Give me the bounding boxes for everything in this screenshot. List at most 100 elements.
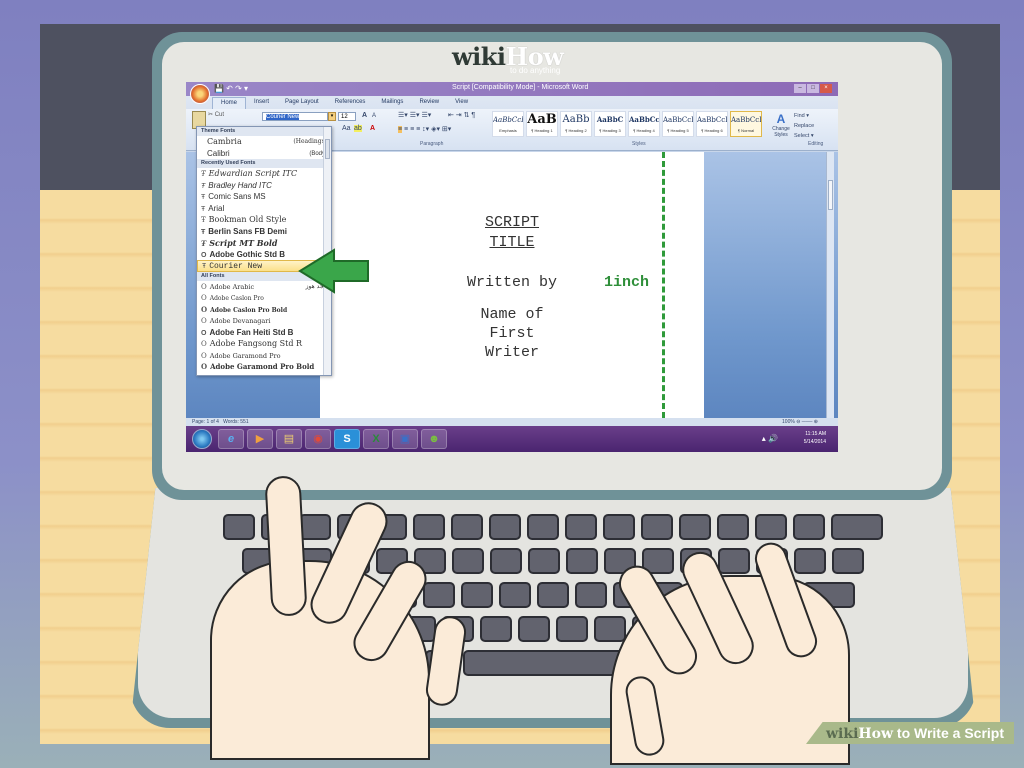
taskbar-messenger[interactable]: ☻	[421, 429, 447, 449]
author-line2: First	[489, 325, 535, 342]
indent-buttons[interactable]: ⇤ ⇥ ⇅ ¶	[448, 111, 475, 119]
paragraph-group-label: Paragraph	[420, 141, 444, 147]
style-heading-4[interactable]: AaBbCc ¶ Heading 4	[628, 111, 660, 137]
quick-access-toolbar[interactable]: 💾 ↶ ↷ ▾	[214, 84, 248, 93]
opentype-icon: O	[201, 329, 207, 337]
start-button[interactable]	[192, 429, 212, 449]
taskbar-excel[interactable]: X	[363, 429, 389, 449]
taskbar-skype[interactable]: S	[334, 429, 360, 449]
truetype-icon: Ŧ	[201, 170, 206, 178]
tab-review[interactable]: Review	[411, 97, 447, 109]
maximize-button[interactable]: □	[807, 84, 819, 93]
select-button[interactable]: Select ▾	[794, 131, 814, 141]
change-case-button[interactable]: Aa	[342, 125, 351, 132]
ribbon-tabs: Home Insert Page Layout References Maili…	[212, 97, 476, 109]
truetype-icon: Ŧ	[201, 228, 206, 236]
taskbar-media-player[interactable]: ▶	[247, 429, 273, 449]
opentype-icon: O	[201, 351, 207, 360]
tab-references[interactable]: References	[327, 97, 374, 109]
style-heading-2[interactable]: AaBb ¶ Heading 2	[560, 111, 592, 137]
taskbar-word[interactable]: ▣	[392, 429, 418, 449]
tab-insert[interactable]: Insert	[246, 97, 277, 109]
tab-mailings[interactable]: Mailings	[373, 97, 411, 109]
wikihow-tagline: to do anything	[510, 66, 561, 75]
opentype-icon: O	[201, 362, 208, 371]
theme-fonts-header: Theme Fonts	[197, 127, 331, 136]
opentype-icon: O	[201, 282, 207, 291]
vertical-scrollbar[interactable]	[826, 152, 834, 418]
page-count: Page: 1 of 4	[192, 419, 219, 425]
font-dropdown-button[interactable]: ▾	[328, 112, 336, 121]
truetype-icon: Ŧ	[201, 239, 207, 248]
margin-annotation: 1inch	[604, 274, 650, 291]
editing-group: Find ▾ Replace Select ▾	[794, 111, 814, 141]
word-window: 💾 ↶ ↷ ▾ Script [Compatibility Mode] - Mi…	[186, 82, 838, 452]
style-heading-1[interactable]: AaB ¶ Heading 1	[526, 111, 558, 137]
style-heading-6[interactable]: AaBbCcDd¶ Heading 6	[696, 111, 728, 137]
change-styles-button[interactable]: A Change Styles	[770, 112, 792, 138]
font-option-adobe-fan-heiti[interactable]: O Adobe Fan Heiti Std B	[197, 327, 331, 339]
style-emphasis[interactable]: AaBbCcL Emphasis	[492, 111, 524, 137]
author-line1: Name of	[480, 306, 544, 323]
find-button[interactable]: Find ▾	[794, 111, 814, 121]
highlight-button[interactable]: ab	[354, 125, 362, 132]
written-by: Written by	[466, 274, 557, 291]
shrink-font-button[interactable]: A	[372, 113, 376, 119]
styles-group-label: Styles	[632, 141, 646, 147]
font-option-edwardian-script[interactable]: Ŧ Edwardian Script ITC	[197, 168, 331, 180]
cut-button[interactable]: ✂ Cut	[208, 111, 224, 118]
taskbar-internet-explorer[interactable]: e	[218, 429, 244, 449]
change-styles-icon: A	[776, 112, 786, 126]
font-option-adobe-devanagari[interactable]: O Adobe Devanagari	[197, 315, 331, 327]
font-option-script-mt[interactable]: Ŧ Script MT Bold	[197, 237, 331, 249]
font-option-adobe-fangsong[interactable]: O Adobe Fangsong Std R	[197, 338, 331, 350]
office-button[interactable]	[190, 84, 210, 104]
minimize-button[interactable]: –	[794, 84, 806, 93]
tab-page-layout[interactable]: Page Layout	[277, 97, 327, 109]
font-option-adobe-garamond-bold[interactable]: O Adobe Garamond Pro Bold	[197, 361, 331, 373]
wikihow-footer-watermark: wikiHow to Write a Script	[806, 722, 1014, 744]
font-option-comic-sans[interactable]: Ŧ Comic Sans MS	[197, 191, 331, 203]
font-option-bradley-hand[interactable]: Ŧ Bradley Hand ITC	[197, 180, 331, 192]
replace-button[interactable]: Replace	[794, 121, 814, 131]
system-clock[interactable]: 11:15 AM 5/14/2014	[804, 430, 826, 446]
tab-view[interactable]: View	[447, 97, 476, 109]
opentype-icon: O	[201, 294, 207, 302]
zoom-level[interactable]: 100%	[782, 419, 795, 425]
grow-font-button[interactable]: A	[362, 112, 367, 119]
font-option-arial[interactable]: Ŧ Arial	[197, 203, 331, 215]
recent-fonts-header: Recently Used Fonts	[197, 159, 331, 168]
font-option-calibri[interactable]: Calibri (Body)	[197, 148, 331, 160]
styles-gallery: AaBbCcL Emphasis AaB ¶ Heading 1 AaBb ¶ Hea…	[492, 111, 762, 137]
font-name-input[interactable]: Courier New	[262, 112, 328, 121]
taskbar-chrome[interactable]: ◉	[305, 429, 331, 449]
document-page[interactable]: SCRIPT TITLE Written by Name of First Wr…	[320, 152, 704, 418]
style-heading-3[interactable]: AaBbC ¶ Heading 3	[594, 111, 626, 137]
truetype-icon: Ŧ	[201, 182, 206, 190]
font-option-adobe-garamond[interactable]: O Adobe Garamond Pro	[197, 350, 331, 362]
align-buttons[interactable]: ≡ ≡ ≡ ≡ ↕▾ ◈▾ ⊞▾	[398, 125, 451, 133]
close-button[interactable]: ×	[820, 84, 832, 93]
opentype-icon: O	[201, 317, 207, 325]
taskbar-file-explorer[interactable]: ▤	[276, 429, 302, 449]
font-size-input[interactable]: 12	[338, 112, 356, 121]
tray-icons[interactable]: ▴ 🔊	[762, 434, 778, 443]
style-heading-5[interactable]: AaBbCcI ¶ Heading 5	[662, 111, 694, 137]
font-option-cambria[interactable]: Cambria (Headings)	[197, 136, 331, 148]
truetype-icon: Ŧ	[201, 194, 206, 201]
font-option-bookman[interactable]: Ŧ Bookman Old Style	[197, 214, 331, 226]
truetype-icon: Ŧ	[201, 205, 206, 213]
word-count: Words: 551	[223, 419, 249, 425]
tab-home[interactable]: Home	[212, 97, 247, 109]
font-option-berlin-sans[interactable]: Ŧ Berlin Sans FB Demi	[197, 226, 331, 238]
truetype-icon: Ŧ	[202, 263, 207, 271]
font-option-adobe-caslon-bold[interactable]: O Adobe Caslon Pro Bold	[197, 304, 331, 316]
script-title-line1: SCRIPT	[484, 214, 539, 231]
style-normal[interactable]: AaBbCcI ¶ Normal	[730, 111, 762, 137]
font-color-button[interactable]: A	[370, 125, 375, 132]
editing-group-label: Editing	[808, 141, 824, 147]
opentype-icon: O	[201, 304, 208, 314]
script-title-line2: TITLE	[489, 234, 535, 251]
bullets-button[interactable]: ☰▾ ☰▾ ☰▾	[398, 111, 431, 119]
opentype-icon: O	[201, 251, 207, 259]
